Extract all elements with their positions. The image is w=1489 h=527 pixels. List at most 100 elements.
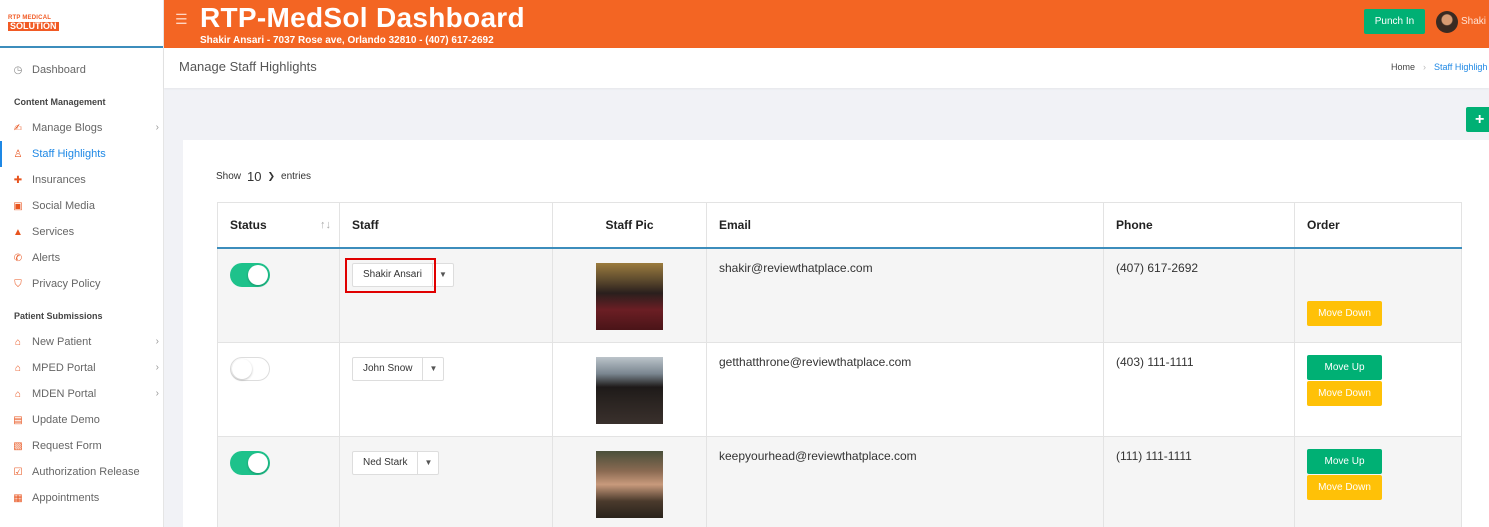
breadcrumb-current: Staff Highligh bbox=[1434, 62, 1488, 72]
sidebar-item-alerts[interactable]: ✆ Alerts bbox=[0, 245, 163, 271]
status-toggle[interactable] bbox=[230, 262, 270, 287]
sidebar-item-privacy-policy[interactable]: ⛉ Privacy Policy bbox=[0, 271, 163, 297]
phone-icon: ✆ bbox=[13, 252, 23, 264]
punch-in-button[interactable]: Punch In bbox=[1364, 9, 1425, 34]
home-icon: ⌂ bbox=[14, 362, 22, 374]
status-toggle[interactable] bbox=[230, 450, 270, 475]
chevron-right-icon: › bbox=[155, 388, 159, 399]
entries-select[interactable]: 10 bbox=[247, 169, 261, 184]
column-header-phone[interactable]: Phone bbox=[1103, 202, 1295, 249]
phone-cell: (403) 111-1111 bbox=[1103, 341, 1295, 437]
sidebar-section-patient: Patient Submissions bbox=[14, 311, 103, 321]
staff-name[interactable]: John Snow bbox=[353, 357, 424, 380]
sidebar-item-label: Staff Highlights bbox=[32, 148, 106, 160]
show-label: Show bbox=[216, 171, 242, 182]
chevron-right-icon: › bbox=[1423, 62, 1427, 72]
column-header-order[interactable]: Order bbox=[1294, 202, 1462, 249]
user-name[interactable]: Shaki bbox=[1461, 16, 1486, 27]
logo-area[interactable]: RTP MEDICAL SOLUTION bbox=[0, 0, 163, 48]
phone-cell: (111) 111-1111 bbox=[1103, 435, 1295, 527]
column-header-staff-pic[interactable]: Staff Pic bbox=[552, 202, 707, 249]
sidebar-item-staff-highlights[interactable]: ♙ Staff Highlights bbox=[0, 141, 163, 167]
home-icon: ⌂ bbox=[14, 336, 22, 348]
sidebar-item-update-demo[interactable]: ▤ Update Demo bbox=[0, 407, 163, 433]
sidebar-item-authorization-release[interactable]: ☑ Authorization Release bbox=[0, 459, 163, 485]
email-cell: keepyourhead@reviewthatplace.com bbox=[706, 435, 1104, 527]
caret-down-icon[interactable]: ▼ bbox=[433, 264, 453, 286]
sidebar-item-social-media[interactable]: ▣ Social Media bbox=[0, 193, 163, 219]
sidebar-item-label: Request Form bbox=[32, 440, 102, 452]
table-row: Ned Stark ▼ keepyourhead@reviewthatplace… bbox=[217, 435, 1462, 527]
sort-icon[interactable]: ↑↓ bbox=[320, 219, 331, 231]
order-spacer bbox=[1307, 261, 1449, 301]
caret-down-icon[interactable]: ▼ bbox=[423, 358, 443, 380]
blog-icon: ✍ bbox=[13, 122, 23, 134]
staff-dropdown[interactable]: Ned Stark ▼ bbox=[352, 450, 440, 475]
chevron-down-icon[interactable]: ❯ bbox=[267, 171, 275, 182]
calendar-icon: ▦ bbox=[13, 492, 23, 504]
staff-cell: Ned Stark ▼ bbox=[339, 435, 553, 527]
sidebar-item-manage-blogs[interactable]: ✍ Manage Blogs › bbox=[0, 115, 163, 141]
move-up-button[interactable]: Move Up bbox=[1307, 354, 1382, 380]
sidebar-item-request-form[interactable]: ▧ Request Form bbox=[0, 433, 163, 459]
move-down-button[interactable]: Move Down bbox=[1307, 474, 1382, 500]
table-header-row: Status ↑↓ Staff Staff Pic Email Phone Ord… bbox=[217, 202, 1462, 249]
sidebar-item-mden-portal[interactable]: ⌂ MDEN Portal › bbox=[0, 381, 163, 407]
status-toggle[interactable] bbox=[230, 356, 270, 381]
staff-cell: Shakir Ansari ▼ bbox=[339, 247, 553, 343]
staff-pic-cell bbox=[552, 247, 707, 343]
logo-line2: SOLUTION bbox=[8, 21, 59, 31]
home-icon: ⌂ bbox=[14, 388, 22, 400]
chevron-right-icon: › bbox=[155, 122, 159, 133]
sidebar-item-label: Alerts bbox=[32, 252, 61, 264]
move-down-button[interactable]: Move Down bbox=[1307, 380, 1382, 406]
sidebar-item-insurances[interactable]: ✚ Insurances bbox=[0, 167, 163, 193]
sidebar-item-label: Services bbox=[32, 226, 75, 238]
staff-pic-cell bbox=[552, 341, 707, 437]
sidebar-item-services[interactable]: ▲ Services bbox=[0, 219, 163, 245]
page-header-bar: Manage Staff Highlights Home › Staff Highl… bbox=[164, 48, 1489, 88]
column-header-email[interactable]: Email bbox=[706, 202, 1104, 249]
staff-dropdown[interactable]: John Snow ▼ bbox=[352, 356, 445, 381]
sidebar-item-new-patient[interactable]: ⌂ New Patient › bbox=[0, 329, 163, 355]
column-header-status[interactable]: Status ↑↓ bbox=[217, 202, 340, 249]
staff-name[interactable]: Shakir Ansari bbox=[353, 263, 433, 286]
sidebar-item-label: Authorization Release bbox=[32, 466, 140, 478]
order-cell: Move Down bbox=[1294, 247, 1462, 343]
sidebar-item-mped-portal[interactable]: ⌂ MPED Portal › bbox=[0, 355, 163, 381]
sidebar: RTP MEDICAL SOLUTION ◷ Dashboard Content… bbox=[0, 0, 164, 527]
staff-dropdown[interactable]: Shakir Ansari ▼ bbox=[352, 262, 454, 287]
staff-table-card: Show 10 ❯ entries Status ↑↓ Staff Staff P… bbox=[183, 140, 1489, 527]
sidebar-item-label: Social Media bbox=[32, 200, 95, 212]
order-cell: Move Up Move Down bbox=[1294, 435, 1462, 527]
user-icon: ♙ bbox=[13, 148, 23, 160]
app-title: RTP-MedSol Dashboard bbox=[200, 2, 525, 33]
staff-table: Status ↑↓ Staff Staff Pic Email Phone Ord… bbox=[217, 202, 1462, 527]
move-up-button[interactable]: Move Up bbox=[1307, 448, 1382, 474]
app-subtitle: Shakir Ansari - 7037 Rose ave, Orlando 3… bbox=[200, 35, 494, 46]
status-cell bbox=[217, 247, 340, 343]
breadcrumb-home[interactable]: Home bbox=[1391, 62, 1415, 72]
staff-name[interactable]: Ned Stark bbox=[353, 451, 419, 474]
email-cell: shakir@reviewthatplace.com bbox=[706, 247, 1104, 343]
sidebar-item-appointments[interactable]: ▦ Appointments bbox=[0, 485, 163, 511]
staff-pic-cell bbox=[552, 435, 707, 527]
order-cell: Move Up Move Down bbox=[1294, 341, 1462, 437]
entries-selector: Show 10 ❯ entries bbox=[216, 169, 311, 184]
breadcrumb: Home › Staff Highligh bbox=[1391, 62, 1487, 72]
shield-icon: ⛉ bbox=[14, 278, 22, 290]
status-cell bbox=[217, 341, 340, 437]
add-staff-button[interactable]: + bbox=[1466, 107, 1489, 132]
avatar[interactable] bbox=[1436, 11, 1458, 33]
chevron-right-icon: › bbox=[155, 362, 159, 373]
staff-cell: John Snow ▼ bbox=[339, 341, 553, 437]
caret-down-icon[interactable]: ▼ bbox=[418, 452, 438, 474]
hamburger-menu-icon[interactable]: ☰ bbox=[175, 12, 188, 26]
staff-photo bbox=[596, 450, 663, 518]
move-down-button[interactable]: Move Down bbox=[1307, 300, 1382, 326]
sidebar-item-label: New Patient bbox=[32, 336, 92, 348]
top-header: ☰ RTP-MedSol Dashboard Shakir Ansari - 7… bbox=[164, 0, 1489, 48]
staff-photo bbox=[596, 356, 663, 424]
column-header-staff[interactable]: Staff bbox=[339, 202, 553, 249]
sidebar-item-dashboard[interactable]: ◷ Dashboard bbox=[0, 57, 163, 83]
